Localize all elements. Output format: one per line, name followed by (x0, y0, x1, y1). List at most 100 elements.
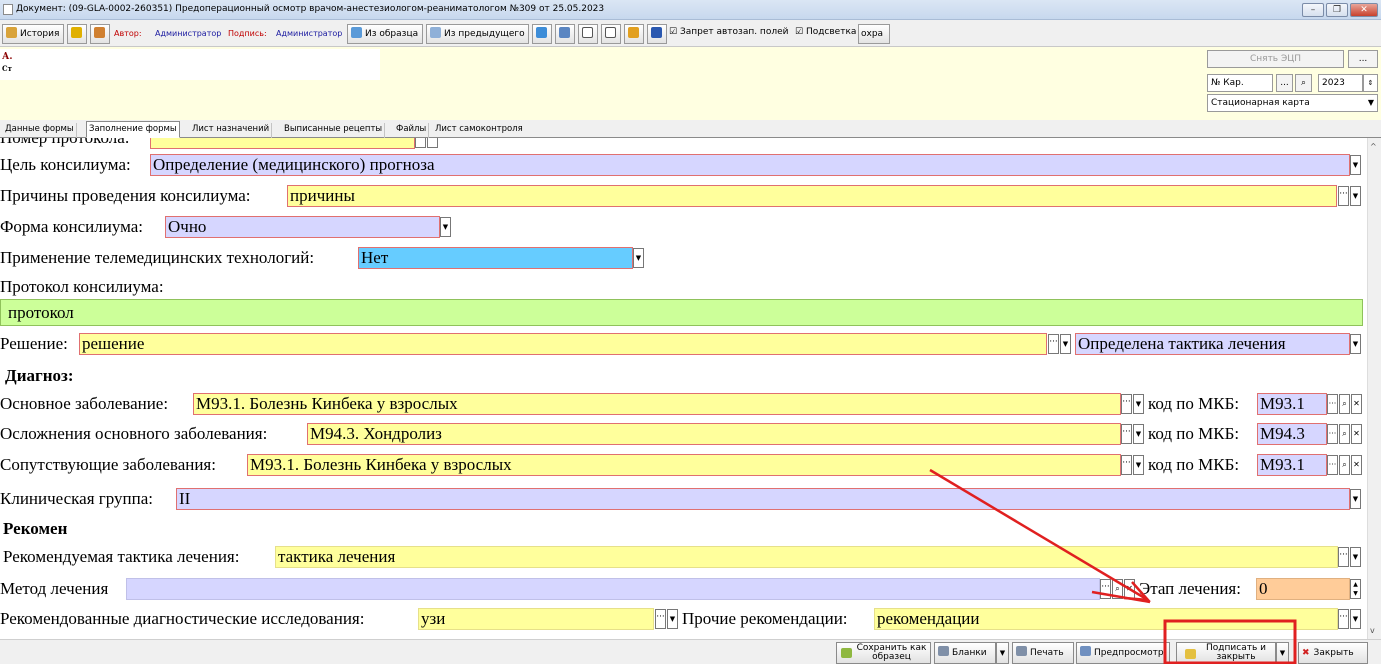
mkb-1-clear-icon[interactable]: ✕ (1351, 394, 1362, 414)
protocol-number-input[interactable] (150, 138, 415, 149)
lock-button[interactable] (67, 24, 87, 44)
main-disease-more-button[interactable]: ··· (1121, 394, 1132, 414)
decision-dropdown[interactable]: ▼ (1060, 334, 1071, 354)
print-button[interactable]: Печать (1012, 642, 1074, 664)
autofill-ban-checkbox[interactable]: ☑ Запрет автозап. полей (669, 27, 788, 37)
minimize-button[interactable]: – (1302, 3, 1324, 17)
reasons-more-button[interactable]: ··· (1338, 186, 1349, 206)
help-button[interactable] (647, 24, 667, 44)
other-rec-dropdown[interactable]: ▼ (1350, 609, 1361, 629)
tool-button-2[interactable] (578, 24, 598, 44)
form-dropdown[interactable]: ▼ (440, 217, 451, 237)
highlight-checkbox[interactable]: ☑ Подсветка (795, 27, 856, 37)
from-previous-button[interactable]: Из предыдущего (426, 24, 529, 44)
main-disease-dropdown[interactable]: ▼ (1133, 394, 1144, 414)
mkb-code-2[interactable]: M94.3 (1257, 423, 1327, 445)
concomitant-dropdown[interactable]: ▼ (1133, 455, 1144, 475)
preview-button[interactable]: Предпросмотр (1076, 642, 1170, 664)
year-spinner[interactable]: ⇕ (1363, 74, 1378, 92)
telemed-dropdown[interactable]: ▼ (633, 248, 644, 268)
tab-form-data[interactable]: Данные формы (3, 123, 77, 138)
stage-spinner[interactable]: ▲ ▼ (1350, 579, 1361, 599)
reasons-input[interactable]: причины (287, 185, 1337, 207)
complications-input[interactable]: M94.3. Хондролиз (307, 423, 1121, 445)
method-search-icon[interactable]: ⌕ (1112, 579, 1123, 599)
tab-self-control[interactable]: Лист самоконтроля (433, 123, 525, 138)
decision-more-button[interactable]: ··· (1048, 334, 1059, 354)
other-rec-more-button[interactable]: ··· (1338, 609, 1349, 629)
tab-files[interactable]: Файлы (394, 123, 430, 138)
close-window-button[interactable]: ✕ (1350, 3, 1378, 17)
history-button[interactable]: История (2, 24, 64, 44)
stage-input[interactable]: 0 (1256, 578, 1350, 600)
tool-button-4[interactable] (624, 24, 644, 44)
tab-prescriptions[interactable]: Лист назначений (190, 123, 273, 138)
from-sample-button[interactable]: Из образца (347, 24, 423, 44)
decision-result-select[interactable]: Определена тактика лечения (1075, 333, 1350, 355)
mkb-code-3[interactable]: M93.1 (1257, 454, 1327, 476)
mkb-1-search-icon[interactable]: ⌕ (1339, 394, 1350, 414)
clinical-group-select[interactable]: II (176, 488, 1350, 510)
year-input[interactable]: 2023 (1318, 74, 1363, 92)
refresh-button[interactable] (532, 24, 552, 44)
decision-result-dropdown[interactable]: ▼ (1350, 334, 1361, 354)
mkb-code-1[interactable]: M93.1 (1257, 393, 1327, 415)
save-as-sample-button[interactable]: Сохранить как образец (836, 642, 931, 664)
sign-and-close-button[interactable]: Подписать и закрыть (1176, 642, 1276, 664)
save-button[interactable]: охра (858, 24, 890, 44)
protocol-textarea[interactable]: протокол (0, 299, 1363, 326)
clinical-group-dropdown[interactable]: ▼ (1350, 489, 1361, 509)
maximize-button[interactable]: ❐ (1326, 3, 1348, 17)
telemed-select[interactable]: Нет (358, 247, 633, 269)
diag-research-input[interactable]: узи (418, 608, 654, 630)
other-rec-input[interactable]: рекомендации (874, 608, 1338, 630)
decision-input[interactable]: решение (79, 333, 1047, 355)
complications-more-button[interactable]: ··· (1121, 424, 1132, 444)
blanks-dropdown[interactable]: ▼ (996, 642, 1009, 664)
tab-recipes[interactable]: Выписанные рецепты (282, 123, 386, 138)
sign-dropdown[interactable]: ▼ (1276, 642, 1289, 664)
tactics-more-button[interactable]: ··· (1338, 547, 1349, 567)
concomitant-more-button[interactable]: ··· (1121, 455, 1132, 475)
form-scrollbar[interactable]: ^ v (1367, 138, 1381, 639)
sign-value: Администратор (276, 29, 343, 38)
mkb-2-clear-icon[interactable]: ✕ (1351, 424, 1362, 444)
reasons-dropdown[interactable]: ▼ (1350, 186, 1361, 206)
unsign-button[interactable] (90, 24, 110, 44)
card-type-select[interactable]: Стационарная карта ▼ (1207, 94, 1378, 112)
tactics-dropdown[interactable]: ▼ (1350, 547, 1361, 567)
method-more-button[interactable]: ··· (1100, 579, 1111, 599)
mkb-2-more-button[interactable]: ··· (1327, 424, 1338, 444)
card-number-input[interactable]: № Кар. (1207, 74, 1273, 92)
mkb-3-more-button[interactable]: ··· (1327, 455, 1338, 475)
blanks-button[interactable]: Бланки (934, 642, 996, 664)
mkb-1-more-button[interactable]: ··· (1327, 394, 1338, 414)
tool-button-3[interactable] (601, 24, 621, 44)
mkb-3-search-icon[interactable]: ⌕ (1339, 455, 1350, 475)
diag-research-more-button[interactable]: ··· (655, 609, 666, 629)
tactics-input[interactable]: тактика лечения (275, 546, 1338, 568)
scroll-down-icon[interactable]: v (1370, 626, 1375, 635)
mkb-2-search-icon[interactable]: ⌕ (1339, 424, 1350, 444)
form-select[interactable]: Очно (165, 216, 440, 238)
protocol-number-dropdown[interactable] (427, 138, 438, 148)
method-input[interactable] (126, 578, 1100, 600)
scroll-up-icon[interactable]: ^ (1370, 142, 1377, 151)
purpose-dropdown[interactable]: ▼ (1350, 155, 1361, 175)
main-disease-input[interactable]: M93.1. Болезнь Кинбека у взрослых (193, 393, 1121, 415)
tab-form-fill[interactable]: Заполнение формы (86, 121, 180, 138)
purpose-select[interactable]: Определение (медицинского) прогноза (150, 154, 1350, 176)
concomitant-input[interactable]: M93.1. Болезнь Кинбека у взрослых (247, 454, 1121, 476)
card-more-button[interactable]: ... (1276, 74, 1293, 92)
close-button[interactable]: ✖ Закрыть (1298, 642, 1368, 664)
tool-button-1[interactable] (555, 24, 575, 44)
mkb-3-clear-icon[interactable]: ✕ (1351, 455, 1362, 475)
method-clear-icon[interactable]: ✕ (1124, 579, 1135, 599)
card-search-icon[interactable]: ⌕ (1295, 74, 1312, 92)
complications-dropdown[interactable]: ▼ (1133, 424, 1144, 444)
remove-ecp-button[interactable]: Снять ЭЦП (1207, 50, 1344, 68)
more-options-button[interactable]: ... (1348, 50, 1378, 68)
protocol-number-more[interactable] (415, 138, 426, 148)
diag-research-dropdown[interactable]: ▼ (667, 609, 678, 629)
window-titlebar: Документ: (09-GLA-0002-260351) Предопера… (0, 0, 1381, 20)
